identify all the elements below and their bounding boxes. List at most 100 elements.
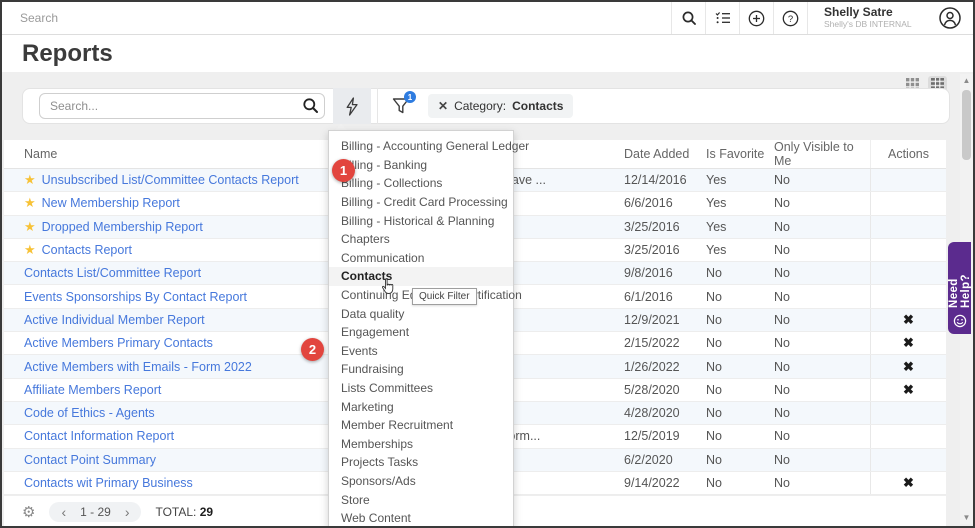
date-added-cell: 9/14/2022 [622, 476, 702, 490]
pagination: ‹ 1 - 29 › [49, 502, 141, 522]
report-toolbar: 1 ✕ Category: Contacts [22, 88, 950, 124]
category-menu-item[interactable]: Events [329, 342, 513, 361]
search-icon [681, 10, 697, 26]
category-menu-item[interactable]: Member Recruitment [329, 416, 513, 435]
question-circle-icon: ? [782, 10, 799, 27]
app-window: Search ? Shelly Satre Shelly's DB INTERN… [0, 0, 975, 528]
category-dropdown-menu: Billing - Accounting General Ledger Bill… [328, 130, 514, 528]
user-org: Shelly's DB INTERNAL [824, 19, 913, 30]
checklist-icon [715, 11, 731, 25]
next-page-icon[interactable]: › [125, 506, 130, 518]
report-link[interactable]: Code of Ethics - Agents [24, 406, 155, 420]
report-link[interactable]: Active Members with Emails - Form 2022 [24, 360, 252, 374]
category-menu-item[interactable]: Billing - Accounting General Ledger [329, 137, 513, 156]
category-menu-item[interactable]: Billing - Collections [329, 174, 513, 193]
is-favorite-cell: No [702, 313, 770, 327]
report-link[interactable]: Contact Information Report [24, 429, 174, 443]
date-added-cell: 9/8/2016 [622, 266, 702, 280]
report-link[interactable]: Unsubscribed List/Committee Contacts Rep… [42, 173, 299, 187]
search-icon[interactable] [302, 97, 319, 114]
column-header-only-visible[interactable]: Only Visible to Me [770, 140, 870, 168]
remove-report-icon[interactable]: ✖ [903, 359, 914, 375]
report-link[interactable]: Contacts wit Primary Business [24, 476, 193, 490]
category-menu-item[interactable]: Billing - Historical & Planning [329, 211, 513, 230]
help-button[interactable]: ? [773, 2, 807, 34]
report-link[interactable]: Events Sponsorships By Contact Report [24, 290, 247, 304]
user-info[interactable]: Shelly Satre Shelly's DB INTERNAL [807, 2, 927, 34]
only-visible-cell: No [770, 290, 870, 304]
report-link[interactable]: New Membership Report [42, 196, 180, 210]
report-link[interactable]: Contacts List/Committee Report [24, 266, 201, 280]
category-menu-item[interactable]: Billing - Banking [329, 156, 513, 175]
global-search-button[interactable] [671, 2, 705, 34]
category-menu-item[interactable]: Store [329, 490, 513, 509]
actions-cell: ✖ [870, 472, 946, 494]
category-menu-item[interactable]: Contacts [329, 267, 513, 286]
is-favorite-cell: Yes [702, 196, 770, 210]
category-menu-item[interactable]: Lists Committees [329, 379, 513, 398]
scroll-up-icon[interactable]: ▲ [960, 74, 973, 87]
account-menu-button[interactable] [927, 2, 973, 34]
category-menu-item[interactable]: Marketing [329, 397, 513, 416]
global-search-input[interactable]: Search [2, 2, 671, 34]
column-header-date-added[interactable]: Date Added [622, 147, 702, 161]
date-added-cell: 6/2/2020 [622, 453, 702, 467]
category-menu-item[interactable]: Data quality [329, 304, 513, 323]
report-description-cell: nform... [496, 429, 622, 443]
category-menu-item[interactable]: Engagement [329, 323, 513, 342]
previous-page-icon[interactable]: ‹ [61, 506, 66, 518]
date-added-cell: 12/14/2016 [622, 173, 702, 187]
actions-cell [870, 239, 946, 261]
page-title: Reports [22, 40, 113, 68]
quick-filter-button[interactable] [333, 88, 371, 124]
favorite-star-icon: ★ [24, 219, 36, 235]
report-link[interactable]: Contact Point Summary [24, 453, 156, 467]
category-menu-item[interactable]: Chapters [329, 230, 513, 249]
person-circle-icon [938, 6, 962, 30]
annotation-step-2-badge: 2 [301, 338, 324, 361]
need-help-tab[interactable]: Need Help? [948, 242, 971, 334]
category-menu-item[interactable]: Communication [329, 249, 513, 268]
remove-report-icon[interactable]: ✖ [903, 312, 914, 328]
remove-report-icon[interactable]: ✖ [903, 475, 914, 491]
scroll-down-icon[interactable]: ▼ [960, 511, 973, 524]
category-menu-item[interactable]: Sponsors/Ads [329, 472, 513, 491]
is-favorite-cell: Yes [702, 220, 770, 234]
category-menu-item[interactable]: Projects Tasks [329, 453, 513, 472]
remove-report-icon[interactable]: ✖ [903, 382, 914, 398]
category-menu-item[interactable]: Fundraising [329, 360, 513, 379]
filter-button[interactable]: 1 [384, 91, 418, 121]
column-header-is-favorite[interactable]: Is Favorite [702, 147, 770, 161]
report-search-input[interactable] [39, 93, 325, 119]
annotation-step-1-badge: 1 [332, 159, 355, 182]
actions-cell: ✖ [870, 332, 946, 354]
date-added-cell: 5/28/2020 [622, 383, 702, 397]
lightning-icon [345, 97, 359, 116]
content-area: ▲ ▼ 1 [2, 72, 973, 526]
actions-cell [870, 449, 946, 471]
actions-cell [870, 262, 946, 284]
gear-icon[interactable]: ⚙ [22, 503, 35, 521]
actions-cell [870, 169, 946, 191]
chip-value: Contacts [512, 99, 563, 113]
svg-text:?: ? [788, 14, 793, 25]
hand-cursor-icon [381, 278, 395, 295]
only-visible-cell: No [770, 406, 870, 420]
report-link[interactable]: Contacts Report [42, 243, 132, 257]
chip-remove-icon[interactable]: ✕ [438, 99, 448, 113]
quick-add-button[interactable] [739, 2, 773, 34]
report-link[interactable]: Active Members Primary Contacts [24, 336, 213, 350]
favorite-star-icon: ★ [24, 172, 36, 188]
scrollbar-thumb[interactable] [962, 90, 971, 160]
report-link[interactable]: Active Individual Member Report [24, 313, 205, 327]
total-value: 29 [200, 505, 213, 519]
tasks-menu-button[interactable] [705, 2, 739, 34]
category-menu-item[interactable]: Web Content [329, 509, 513, 528]
actions-cell [870, 285, 946, 307]
category-menu-item[interactable]: Memberships [329, 435, 513, 454]
remove-report-icon[interactable]: ✖ [903, 335, 914, 351]
report-link[interactable]: Dropped Membership Report [42, 220, 203, 234]
report-link[interactable]: Affiliate Members Report [24, 383, 161, 397]
category-menu-item[interactable]: Billing - Credit Card Processing [329, 193, 513, 212]
date-added-cell: 12/9/2021 [622, 313, 702, 327]
